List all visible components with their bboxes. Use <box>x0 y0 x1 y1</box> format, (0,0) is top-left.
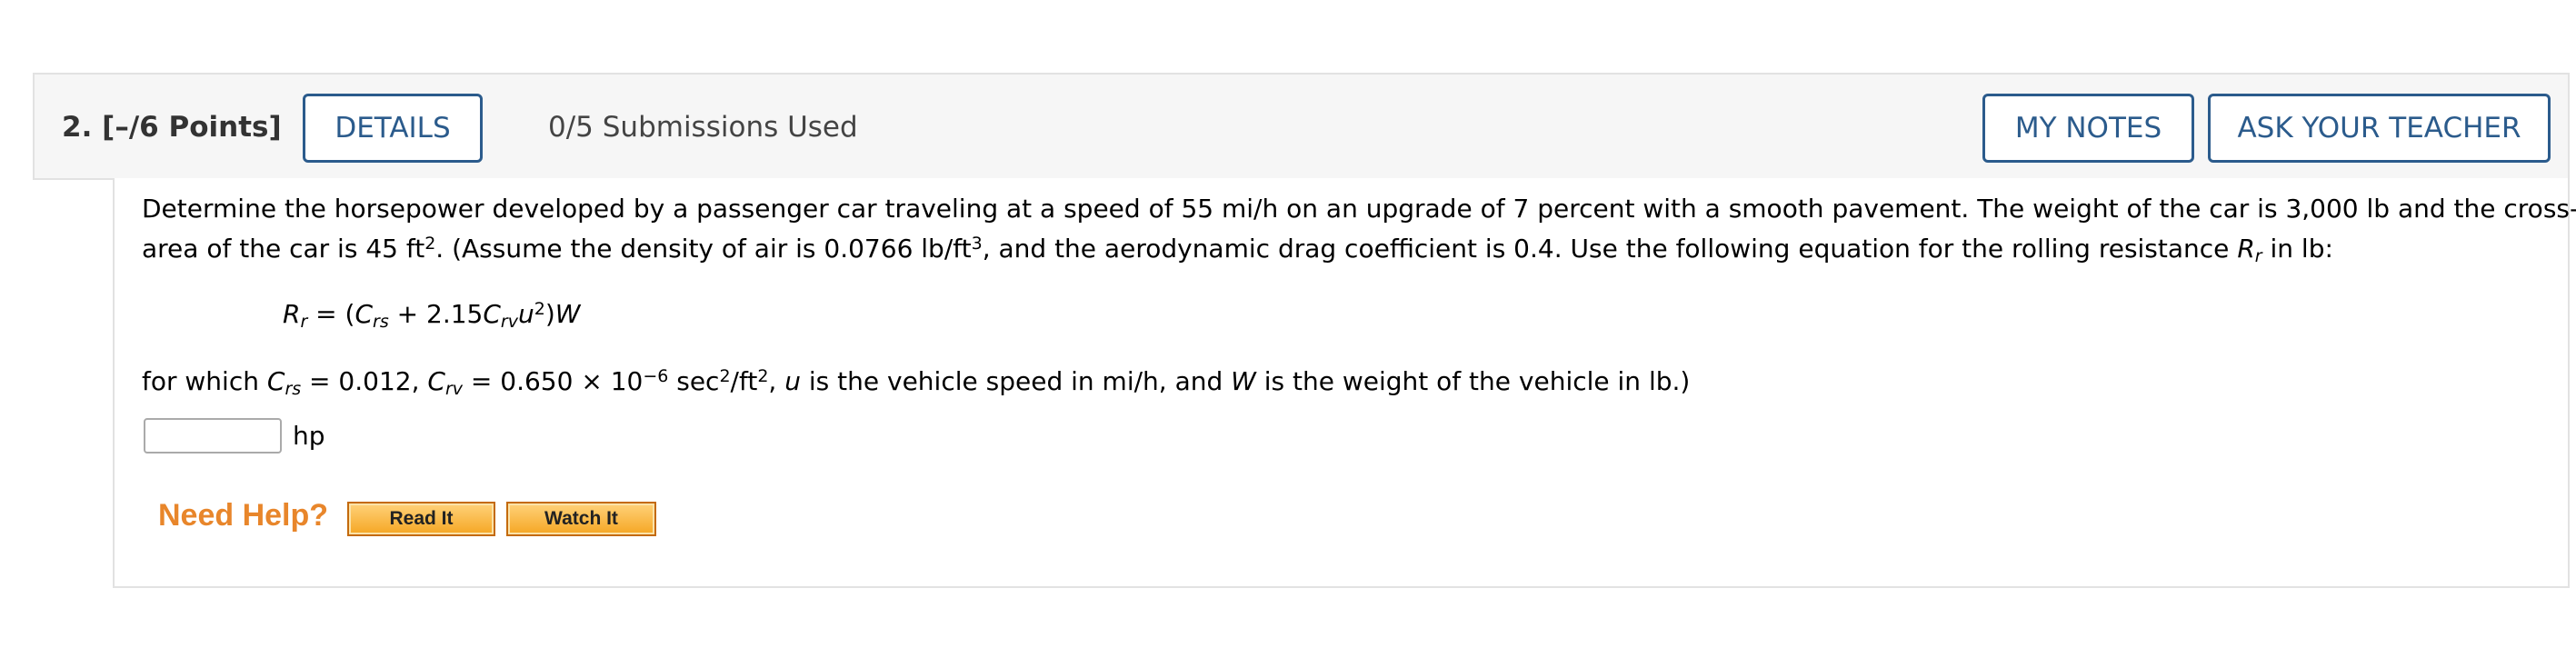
my-notes-button[interactable]: MY NOTES <box>1982 94 2194 163</box>
ask-your-teacher-button[interactable]: ASK YOUR TEACHER <box>2208 94 2551 163</box>
question-number: 2. <box>62 111 93 144</box>
question-body: Determine the horsepower developed by a … <box>113 178 2576 588</box>
details-button[interactable]: DETAILS <box>303 94 483 163</box>
read-it-button[interactable]: Read It <box>347 502 495 536</box>
problem-text-line2: area of the car is 45 ft2. (Assume the d… <box>142 234 2333 266</box>
watch-it-button[interactable]: Watch It <box>506 502 656 536</box>
answer-input[interactable] <box>144 418 282 454</box>
problem-text-line1: Determine the horsepower developed by a … <box>142 194 2576 224</box>
points-label: [–/6 Points] <box>102 111 282 144</box>
question-header: 2. [–/6 Points] DETAILS 0/5 Submissions … <box>33 73 2570 180</box>
rolling-resistance-equation: Rr = (Crs + 2.15Crvu2)W <box>283 299 581 332</box>
need-help-label: Need Help? <box>158 498 329 533</box>
question-number-points: 2. [–/6 Points] <box>62 111 282 144</box>
problem-text-line3: for which Crs = 0.012, Crv = 0.650 × 10−… <box>142 366 1691 399</box>
answer-unit: hp <box>293 421 325 451</box>
submissions-used: 0/5 Submissions Used <box>548 111 858 144</box>
